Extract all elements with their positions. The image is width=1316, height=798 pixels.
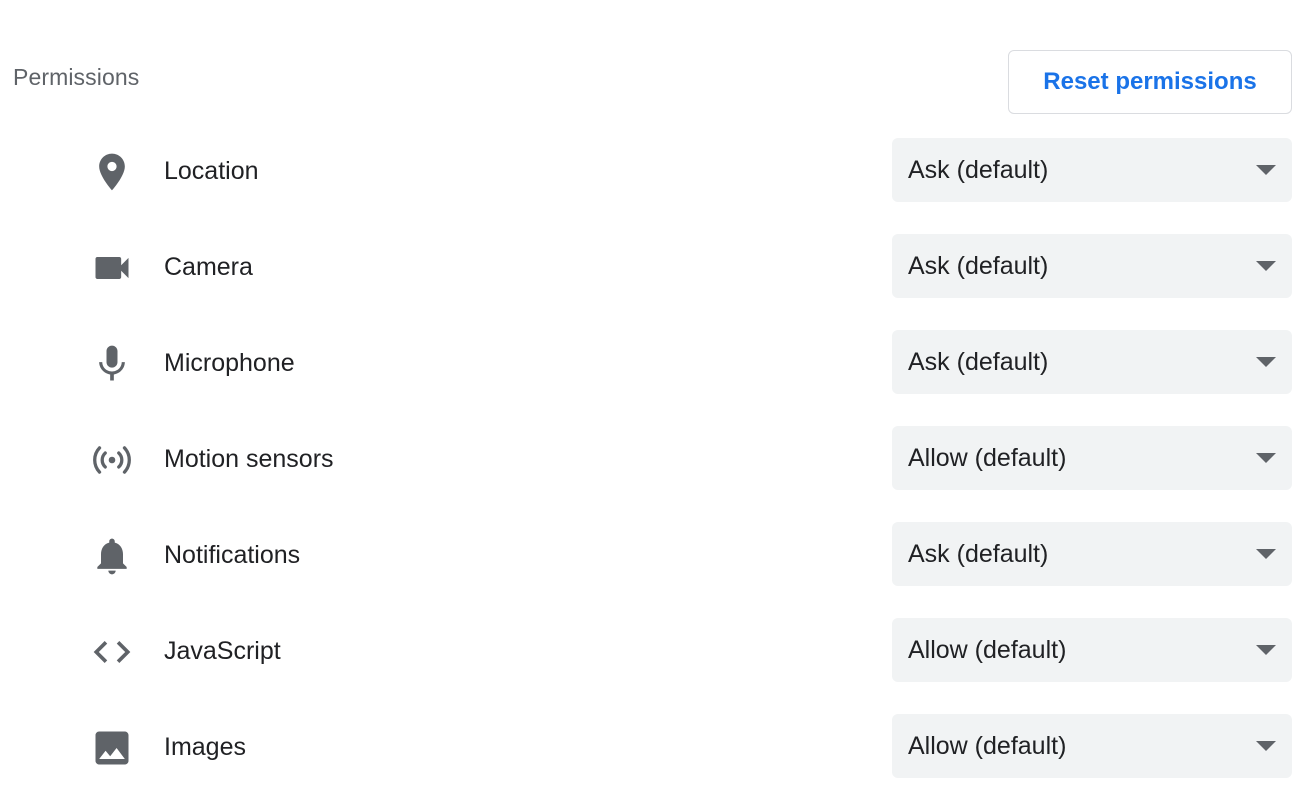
permission-label: Motion sensors <box>164 445 334 473</box>
permission-row-motion-sensors: Motion sensors Allow (default) <box>0 410 1316 506</box>
permission-row-notifications: Notifications Ask (default) <box>0 506 1316 602</box>
permission-label: Microphone <box>164 349 295 377</box>
image-icon <box>90 726 134 770</box>
camera-icon <box>90 246 134 290</box>
permission-row-location: Location Ask (default) <box>0 122 1316 218</box>
microphone-icon <box>90 342 134 386</box>
permission-label: Notifications <box>164 541 301 569</box>
microphone-select[interactable]: Ask (default) <box>892 330 1292 394</box>
permission-row-microphone: Microphone Ask (default) <box>0 314 1316 410</box>
permission-row-javascript: JavaScript Allow (default) <box>0 602 1316 698</box>
location-pin-icon <box>90 150 134 194</box>
dropdown-arrow-icon <box>1256 741 1276 751</box>
permission-label: Images <box>164 733 246 761</box>
reset-permissions-button[interactable]: Reset permissions <box>1008 50 1292 114</box>
javascript-select[interactable]: Allow (default) <box>892 618 1292 682</box>
dropdown-arrow-icon <box>1256 549 1276 559</box>
dropdown-arrow-icon <box>1256 357 1276 367</box>
permission-row-images: Images Allow (default) <box>0 698 1316 794</box>
select-value: Ask (default) <box>908 540 1049 568</box>
dropdown-arrow-icon <box>1256 645 1276 655</box>
camera-select[interactable]: Ask (default) <box>892 234 1292 298</box>
select-value: Ask (default) <box>908 156 1049 184</box>
permission-label: JavaScript <box>164 637 281 665</box>
site-settings-page: Permissions Reset permissions Location A… <box>0 0 1316 798</box>
bell-icon <box>90 534 134 578</box>
dropdown-arrow-icon <box>1256 453 1276 463</box>
code-icon <box>90 630 134 674</box>
select-value: Ask (default) <box>908 348 1049 376</box>
select-value: Allow (default) <box>908 636 1067 664</box>
section-title: Permissions <box>13 64 140 90</box>
select-value: Ask (default) <box>908 252 1049 280</box>
permission-label: Camera <box>164 253 253 281</box>
permissions-header: Permissions Reset permissions <box>0 0 1316 126</box>
select-value: Allow (default) <box>908 732 1067 760</box>
motion-sensors-icon <box>90 438 134 482</box>
permission-label: Location <box>164 157 259 185</box>
images-select[interactable]: Allow (default) <box>892 714 1292 778</box>
permissions-list: Location Ask (default) Camera Ask (defau… <box>0 122 1316 794</box>
dropdown-arrow-icon <box>1256 165 1276 175</box>
select-value: Allow (default) <box>908 444 1067 472</box>
location-select[interactable]: Ask (default) <box>892 138 1292 202</box>
permission-row-camera: Camera Ask (default) <box>0 218 1316 314</box>
dropdown-arrow-icon <box>1256 261 1276 271</box>
motion-sensors-select[interactable]: Allow (default) <box>892 426 1292 490</box>
notifications-select[interactable]: Ask (default) <box>892 522 1292 586</box>
